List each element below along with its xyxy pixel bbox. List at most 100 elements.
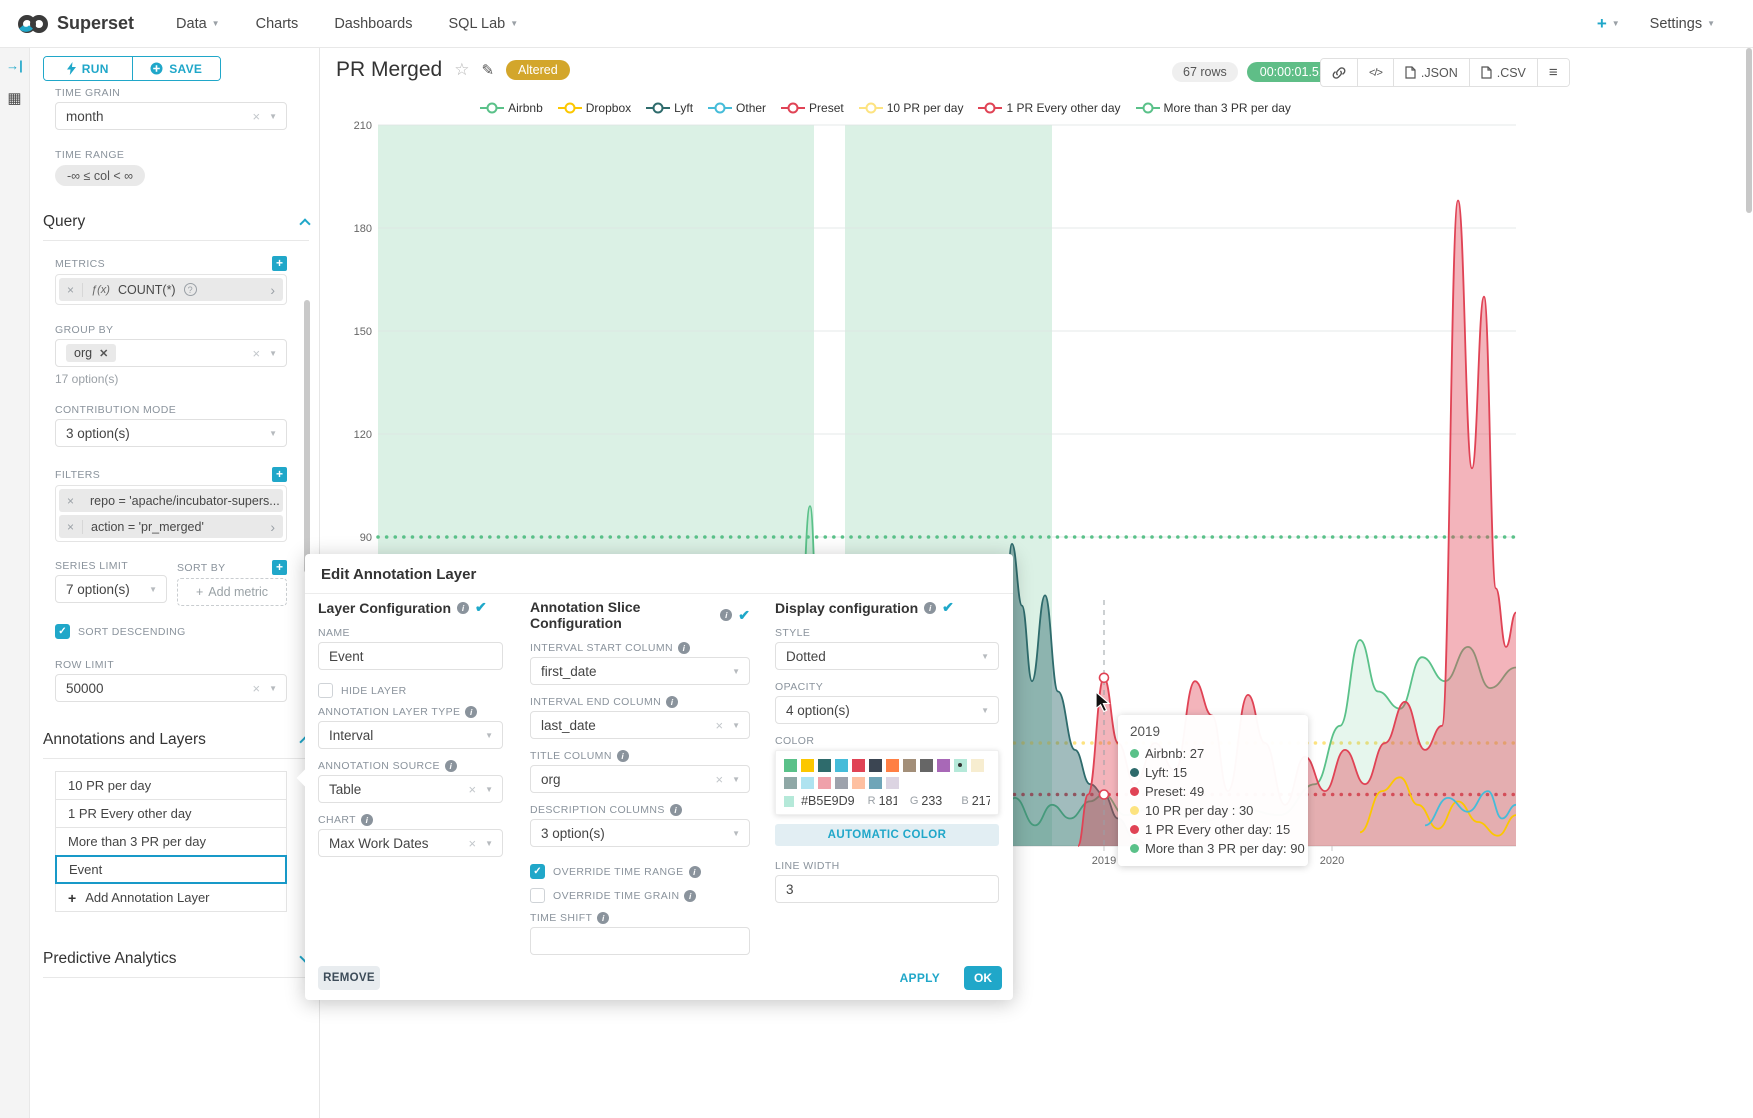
chevron-down-icon[interactable]: ▼ xyxy=(732,721,740,730)
clear-icon[interactable]: × xyxy=(252,109,260,124)
chevron-down-icon[interactable]: ▼ xyxy=(149,585,157,594)
edit-pencil-icon[interactable]: ✎ xyxy=(481,61,494,79)
color-swatch[interactable] xyxy=(784,777,797,790)
color-swatch[interactable] xyxy=(818,759,831,772)
chevron-down-icon[interactable]: ▼ xyxy=(269,429,277,438)
legend-item[interactable]: Preset xyxy=(780,101,844,115)
g-value[interactable]: 233 xyxy=(921,794,942,808)
opacity-select[interactable]: 4 option(s) ▼ xyxy=(775,696,999,724)
interval-start-select[interactable]: first_date ▼ xyxy=(530,657,750,685)
nav-item-dashboards[interactable]: Dashboards xyxy=(334,16,412,32)
query-section-header[interactable]: Query xyxy=(43,213,319,231)
ok-button[interactable]: OK xyxy=(964,966,1002,990)
annotations-section-header[interactable]: Annotations and Layers xyxy=(43,731,319,749)
hex-value[interactable]: #B5E9D9 xyxy=(801,794,855,808)
chevron-down-icon[interactable]: ▼ xyxy=(981,652,989,661)
embed-code-button[interactable]: </> xyxy=(1358,59,1394,86)
window-scrollbar[interactable] xyxy=(1746,48,1752,213)
legend-item[interactable]: Lyft xyxy=(645,101,693,115)
filter-chip[interactable]: ×repo = 'apache/incubator-supers...› xyxy=(59,489,283,512)
settings-menu[interactable]: Settings ▼ xyxy=(1650,16,1715,32)
run-button[interactable]: RUN xyxy=(44,57,133,80)
add-sort-metric-button[interactable]: + xyxy=(272,560,287,575)
series-limit-select[interactable]: 7 option(s) ▼ xyxy=(55,575,167,603)
nav-item-sql-lab[interactable]: SQL Lab▼ xyxy=(449,16,519,32)
chevron-down-icon[interactable]: ▼ xyxy=(981,706,989,715)
annotation-layer-row[interactable]: 1 PR Every other day xyxy=(55,799,287,828)
b-value[interactable]: 217 xyxy=(972,794,990,808)
automatic-color-button[interactable]: AUTOMATIC COLOR xyxy=(775,824,999,846)
nav-item-data[interactable]: Data▼ xyxy=(176,16,220,32)
title-column-select[interactable]: org ×▼ xyxy=(530,765,750,793)
add-filter-button[interactable]: + xyxy=(272,467,287,482)
sidebar-scrollbar[interactable] xyxy=(304,300,310,573)
time-shift-input[interactable] xyxy=(530,927,750,955)
chevron-down-icon[interactable]: ▼ xyxy=(732,829,740,838)
sort-descending-checkbox[interactable]: ✓ xyxy=(55,624,70,639)
color-swatch[interactable] xyxy=(937,759,950,772)
override-time-range-row[interactable]: ✓ OVERRIDE TIME RANGEi xyxy=(530,864,750,879)
apply-button[interactable]: APPLY xyxy=(890,966,950,990)
color-swatch[interactable] xyxy=(869,759,882,772)
chevron-down-icon[interactable]: ▼ xyxy=(485,785,493,794)
name-input[interactable]: Event xyxy=(318,642,503,670)
add-metric-button[interactable]: + xyxy=(272,256,287,271)
interval-end-select[interactable]: last_date ×▼ xyxy=(530,711,750,739)
chevron-down-icon[interactable]: ▼ xyxy=(269,112,277,121)
chevron-down-icon[interactable]: ▼ xyxy=(269,349,277,358)
override-time-range-checkbox[interactable]: ✓ xyxy=(530,864,545,879)
clear-icon[interactable]: × xyxy=(715,772,723,787)
chevron-down-icon[interactable]: ▼ xyxy=(732,775,740,784)
annotation-layer-row[interactable]: More than 3 PR per day xyxy=(55,827,287,856)
remove-metric-icon[interactable]: × xyxy=(67,283,74,297)
chevron-right-icon[interactable]: › xyxy=(270,519,275,535)
line-width-input[interactable]: 3 xyxy=(775,875,999,903)
hide-layer-row[interactable]: HIDE LAYER xyxy=(318,683,503,698)
datasource-grid-icon[interactable]: ▦ xyxy=(7,89,21,107)
style-select[interactable]: Dotted ▼ xyxy=(775,642,999,670)
clear-icon[interactable]: × xyxy=(252,346,260,361)
layer-type-select[interactable]: Interval ▼ xyxy=(318,721,503,749)
export-csv-button[interactable]: .CSV xyxy=(1470,59,1538,86)
color-swatch[interactable] xyxy=(835,777,848,790)
predictive-section-header[interactable]: Predictive Analytics xyxy=(43,950,319,968)
color-swatch[interactable] xyxy=(852,759,865,772)
annotation-source-select[interactable]: Table ×▼ xyxy=(318,775,503,803)
color-swatch[interactable] xyxy=(869,777,882,790)
clear-icon[interactable]: × xyxy=(468,782,476,797)
remove-tag-icon[interactable]: ✕ xyxy=(99,347,108,360)
color-swatch[interactable] xyxy=(835,759,848,772)
remove-filter-icon[interactable]: × xyxy=(67,520,74,534)
chevron-down-icon[interactable]: ▼ xyxy=(485,839,493,848)
time-range-pill[interactable]: -∞ ≤ col < ∞ xyxy=(55,165,145,186)
share-link-button[interactable] xyxy=(1321,59,1358,86)
chevron-right-icon[interactable]: › xyxy=(270,282,275,298)
chevron-down-icon[interactable]: ▼ xyxy=(269,684,277,693)
clear-icon[interactable]: × xyxy=(252,681,260,696)
legend-item[interactable]: 1 PR Every other day xyxy=(977,101,1120,115)
row-limit-select[interactable]: 50000 ×▼ xyxy=(55,674,287,702)
superset-logo[interactable]: Superset xyxy=(18,13,134,34)
group-by-select[interactable]: org✕ ×▼ xyxy=(55,339,287,367)
color-swatch[interactable] xyxy=(801,777,814,790)
hide-layer-checkbox[interactable] xyxy=(318,683,333,698)
add-annotation-layer-row[interactable]: + Add Annotation Layer xyxy=(55,883,287,912)
chevron-down-icon[interactable]: ▼ xyxy=(485,731,493,740)
new-item-button[interactable]: + ▼ xyxy=(1597,14,1620,34)
color-swatch[interactable] xyxy=(954,759,967,772)
override-time-grain-checkbox[interactable] xyxy=(530,888,545,903)
chart-source-select[interactable]: Max Work Dates ×▼ xyxy=(318,829,503,857)
r-value[interactable]: 181 xyxy=(879,794,897,808)
metric-chip[interactable]: × ƒ(x) COUNT(*) ? › xyxy=(59,278,283,301)
color-swatch[interactable] xyxy=(818,777,831,790)
color-swatch[interactable] xyxy=(971,759,984,772)
collapse-sidebar-icon[interactable]: →| xyxy=(6,58,23,73)
sort-by-add-metric[interactable]: + Add metric xyxy=(177,578,287,606)
annotation-layer-row[interactable]: 10 PR per day xyxy=(55,771,287,800)
chevron-down-icon[interactable]: ▼ xyxy=(732,667,740,676)
sort-descending-row[interactable]: ✓ SORT DESCENDING xyxy=(55,624,287,639)
color-swatch[interactable] xyxy=(886,759,899,772)
color-swatch[interactable] xyxy=(886,777,899,790)
export-json-button[interactable]: .JSON xyxy=(1394,59,1470,86)
color-swatch[interactable] xyxy=(801,759,814,772)
